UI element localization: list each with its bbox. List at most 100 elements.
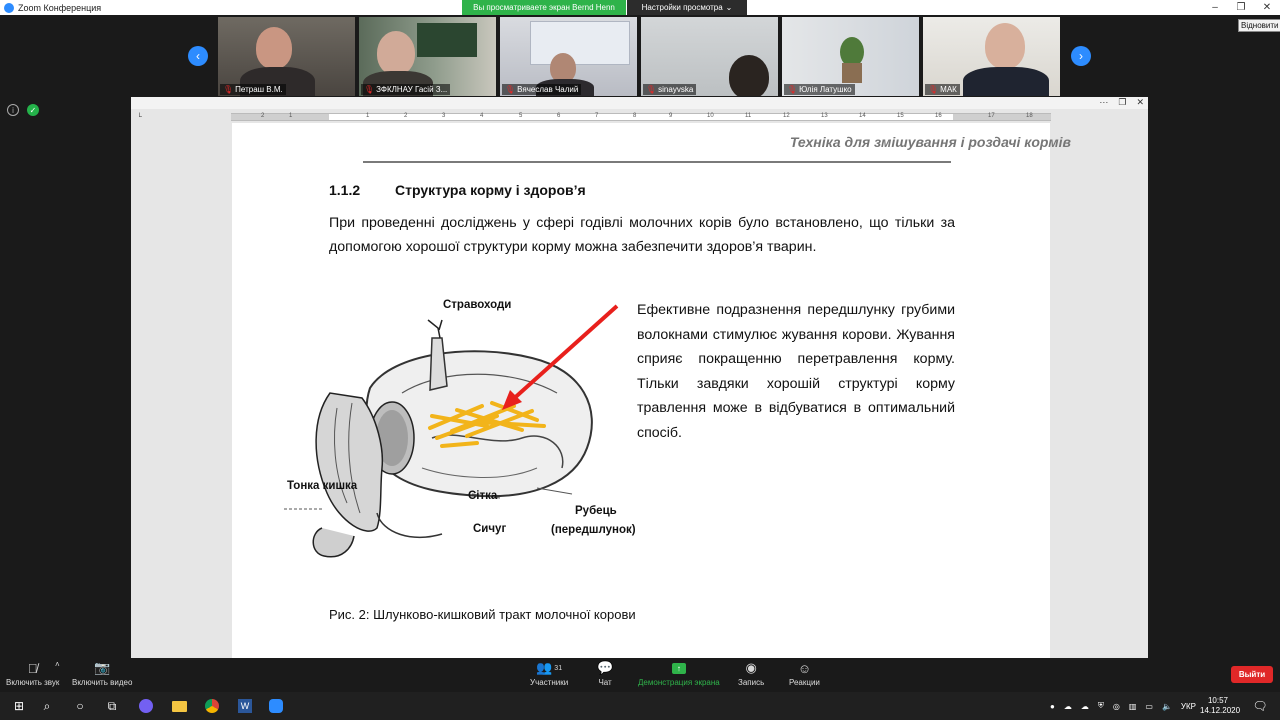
video-tile[interactable]: 🎙 sinayvska — [641, 17, 778, 96]
more-icon[interactable]: ··· — [1099, 97, 1108, 108]
clock-time: 10:57 — [1207, 696, 1229, 705]
ruler-number: 8 — [633, 113, 637, 119]
system-tray: ● ☁ ☁ ⛨ ◎ ▥ ▭ 🔈 УКР — [1050, 692, 1196, 720]
record-button[interactable]: ◉ Запись — [738, 658, 764, 687]
windows-taskbar: ⊞ ⌕ ○ ⧉ W ● ☁ ☁ ⛨ ◎ ▥ ▭ 🔈 УКР 10:57 14.1… — [0, 692, 1280, 720]
task-view-icon[interactable]: ⧉ — [102, 696, 122, 716]
audio-options-button[interactable]: ˄ — [55, 660, 60, 669]
clock[interactable]: 10:57 14.12.2020 — [1200, 696, 1240, 716]
close-button[interactable]: ✕ — [1254, 0, 1280, 15]
ruler[interactable]: 2 1 1 2 3 4 5 6 7 8 9 10 11 12 13 14 15 … — [231, 113, 1051, 121]
zoom-tray-icon[interactable]: ● — [1050, 702, 1055, 711]
language-indicator[interactable]: УКР — [1181, 702, 1196, 711]
ruler-number: 14 — [859, 113, 866, 119]
share-screen-button[interactable]: ↑ Демонстрация экрана — [638, 658, 720, 687]
unmute-button[interactable]: 🎙̸ Включить звук — [6, 658, 59, 688]
start-video-button[interactable]: 📷 Включить видео — [72, 658, 132, 687]
prev-page-button[interactable]: ‹ — [188, 46, 208, 66]
window-controls: – ❐ ✕ — [1202, 0, 1280, 15]
chat-label: Чат — [598, 678, 612, 687]
label-esophagus: Стравоходи — [443, 299, 512, 311]
ruler-number: 15 — [897, 113, 904, 119]
windows-start-icon[interactable]: ⊞ — [9, 696, 29, 716]
ruler-number: 18 — [1026, 113, 1033, 119]
meeting-info: i ✓ — [7, 104, 39, 116]
next-page-button[interactable]: › — [1071, 46, 1091, 66]
view-options-button[interactable]: Настройки просмотра ⌄ — [627, 0, 747, 15]
shield-icon[interactable]: ⛨ — [1098, 701, 1104, 711]
shield-icon[interactable]: ✓ — [27, 104, 39, 116]
chevron-left-icon: ‹ — [196, 49, 200, 63]
minimize-button[interactable]: – — [1202, 0, 1228, 15]
participant-name: Петраш В.М. — [235, 85, 283, 94]
label-rumen-sub: (передшлунок) — [551, 524, 636, 536]
section-number: 1.1.2 — [329, 182, 361, 198]
chat-button[interactable]: 💬 Чат — [597, 658, 613, 687]
video-tile[interactable]: 🎙 Юлія Латушко — [782, 17, 919, 96]
ruler-number: 7 — [595, 113, 599, 119]
chrome-icon[interactable] — [202, 696, 222, 716]
tab-stop-icon[interactable]: └ — [137, 114, 142, 121]
view-options-label: Настройки просмотра — [641, 3, 723, 12]
ruler-number: 1 — [366, 113, 370, 119]
meeting-toolbar: 🎙̸ Включить звук ˄ 📷 Включить видео 👥 31 … — [0, 658, 1280, 692]
cloud-icon[interactable]: ☁ — [1064, 702, 1072, 711]
ruler-number: 16 — [935, 113, 942, 119]
video-off-icon: 📷 — [94, 660, 111, 675]
restore-icon[interactable]: ❐ — [1118, 97, 1126, 108]
ruler-number: 2 — [261, 113, 265, 119]
network-icon[interactable]: ▥ — [1129, 702, 1137, 711]
record-icon: ◉ — [745, 660, 757, 675]
viber-icon[interactable] — [136, 696, 156, 716]
muted-mic-icon: 🎙̸ — [27, 660, 38, 676]
figure-caption: Рис. 2: Шлунково-кишковий тракт молочної… — [329, 607, 636, 622]
folder-icon[interactable] — [169, 696, 189, 716]
ruler-number: 12 — [783, 113, 790, 119]
viber-tray-icon[interactable]: ◎ — [1113, 702, 1120, 711]
muted-mic-icon: 🎙 — [928, 85, 939, 94]
ruler-number: 11 — [745, 113, 752, 119]
label-rumen: Рубець — [575, 505, 617, 517]
participants-button[interactable]: 👥 31 Участники — [530, 658, 568, 687]
record-label: Запись — [738, 678, 765, 687]
notifications-icon[interactable]: 🗨 — [1250, 696, 1270, 716]
participant-name: Юлія Латушко — [799, 85, 852, 94]
zoom-app-icon[interactable] — [266, 696, 286, 716]
participants-label: Участники — [530, 678, 569, 687]
search-icon[interactable]: ⌕ — [37, 696, 57, 716]
video-tile[interactable]: 🎙 ЗФКЛНАУ Гасій З... — [359, 17, 496, 96]
onedrive-icon[interactable]: ☁ — [1081, 702, 1089, 711]
video-tile[interactable]: 🎙 МАК — [923, 17, 1060, 96]
reactions-button[interactable]: ☺ Реакции — [789, 658, 820, 688]
reactions-label: Реакции — [789, 678, 820, 687]
battery-icon[interactable]: ▭ — [1145, 702, 1153, 711]
start-video-label: Включить видео — [72, 678, 133, 687]
shared-screen: ··· ❐ ✕ └ 2 1 1 2 3 4 5 6 7 8 9 10 11 12… — [131, 97, 1148, 658]
digestive-tract-figure: Стравоходи Тонка кишка Сітка Сичуг Рубец… — [282, 298, 636, 578]
muted-mic-icon: 🎙 — [223, 85, 234, 94]
close-icon[interactable]: ✕ — [1136, 97, 1144, 108]
leave-button[interactable]: Выйти — [1231, 666, 1273, 683]
ruler-number: 2 — [404, 113, 408, 119]
share-screen-label: Демонстрация экрана — [638, 678, 720, 687]
muted-mic-icon: 🎙 — [364, 85, 375, 94]
ruler-number: 6 — [557, 113, 561, 119]
video-tile[interactable]: 🎙 Вячеслав Чалий — [500, 17, 637, 96]
ruler-number: 1 — [289, 113, 293, 119]
shared-screen-topbar: ··· ❐ ✕ — [131, 97, 1148, 109]
label-small-intestine: Тонка кишка — [287, 480, 358, 492]
participants-icon: 👥 — [536, 660, 553, 675]
muted-mic-icon: 🎙 — [787, 85, 798, 94]
restore-tooltip: Відновити — [1238, 19, 1280, 32]
video-tile[interactable]: 🎙 Петраш В.М. — [218, 17, 355, 96]
word-icon[interactable]: W — [235, 696, 255, 716]
document-page[interactable]: Техніка для змішування і роздачі кормів … — [232, 123, 1071, 658]
muted-mic-icon: 🎙 — [646, 85, 657, 94]
cortana-icon[interactable]: ○ — [70, 696, 90, 716]
participants-count: 31 — [554, 664, 563, 672]
volume-icon[interactable]: 🔈 — [1162, 702, 1172, 711]
info-icon[interactable]: i — [7, 104, 19, 116]
label-reticulum: Сітка — [468, 490, 498, 502]
smiley-icon: ☺ — [797, 660, 812, 676]
restore-button[interactable]: ❐ — [1228, 0, 1254, 15]
